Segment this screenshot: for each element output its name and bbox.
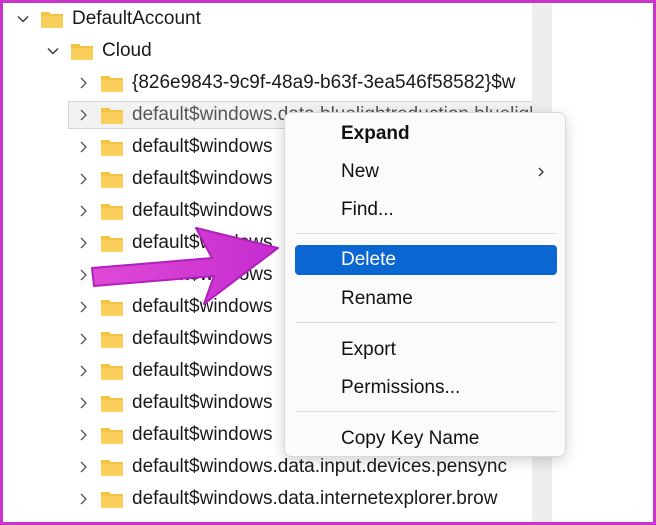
folder-icon [70,41,94,61]
tree-item[interactable]: default$windows [76,260,272,290]
tree-item-label: default$windows [132,264,273,285]
tree-item-label: DefaultAccount [72,8,201,29]
menu-item-label: Rename [341,288,413,309]
menu-item-label: Permissions... [341,377,461,398]
chevron-right-icon[interactable] [76,108,90,122]
menu-item-copy-key-name[interactable]: Copy Key Name [295,424,557,454]
folder-icon [100,297,124,317]
folder-icon [100,105,124,125]
folder-icon [40,9,64,29]
folder-icon [100,457,124,477]
menu-item-label: Delete [341,249,396,270]
chevron-right-icon[interactable] [76,492,90,506]
chevron-right-icon[interactable] [76,460,90,474]
chevron-right-icon[interactable] [76,140,90,154]
chevron-right-icon[interactable] [76,204,90,218]
menu-separator [295,322,557,323]
folder-icon [100,201,124,221]
tree-item-label: default$windows [132,424,273,445]
tree-item-label: default$windows [132,168,273,189]
folder-icon [100,361,124,381]
menu-item-permissions[interactable]: Permissions... [295,373,557,403]
chevron-right-icon[interactable] [76,300,90,314]
folder-icon [100,137,124,157]
tree-item[interactable]: default$windows [76,388,272,418]
folder-icon [100,233,124,253]
tree-item[interactable]: default$windows [76,324,272,354]
menu-item-label: New [341,161,380,182]
chevron-right-icon[interactable] [76,268,90,282]
tree-item[interactable]: default$windows.data.internetexplorer.br… [76,484,497,514]
menu-item-find[interactable]: Find... [295,195,557,225]
tree-item-label: default$windows.data.input.devices.pensy… [132,456,507,477]
folder-icon [100,393,124,413]
tree-item[interactable]: {826e9843-9c9f-48a9-b63f-3ea546f58582}$w [76,68,516,98]
menu-item-label: Export [341,339,396,360]
chevron-right-icon[interactable] [76,396,90,410]
tree-item-label: default$windows [132,392,273,413]
tree-item-label: default$windows [132,232,273,253]
menu-item-label: Expand [341,123,410,144]
tree-item-defaultaccount[interactable]: DefaultAccount [16,4,201,34]
folder-icon [100,73,124,93]
tree-item[interactable]: default$windows [76,420,272,450]
tree-item-cloud[interactable]: Cloud [46,36,152,66]
chevron-right-icon[interactable] [76,76,90,90]
context-menu: Expand New Find... Delete Rename Export … [284,112,566,457]
tree-item-label: default$windows [132,360,273,381]
tree-item-label: default$windows [132,200,273,221]
tree-item[interactable]: default$windows [76,292,272,322]
chevron-right-icon[interactable] [76,172,90,186]
folder-icon [100,265,124,285]
folder-icon [100,169,124,189]
tree-item[interactable]: default$windows [76,132,272,162]
chevron-down-icon[interactable] [16,12,30,26]
chevron-right-icon[interactable] [76,428,90,442]
menu-item-label: Find... [341,199,394,220]
tree-item-label: {826e9843-9c9f-48a9-b63f-3ea546f58582}$w [132,72,516,93]
chevron-right-icon[interactable] [76,332,90,346]
menu-item-label: Copy Key Name [341,428,480,449]
tree-item-label: default$windows [132,328,273,349]
menu-item-delete[interactable]: Delete [295,245,557,275]
tree-item[interactable]: default$windows [76,356,272,386]
chevron-down-icon[interactable] [46,44,60,58]
tree-item-label: Cloud [102,40,152,61]
tree-item-label: default$windows.data.internetexplorer.br… [132,488,498,509]
chevron-right-icon [535,166,547,178]
tree-item-label: default$windows [132,296,273,317]
menu-item-expand[interactable]: Expand [295,119,557,149]
menu-separator [295,233,557,234]
menu-item-new[interactable]: New [295,157,557,187]
menu-item-export[interactable]: Export [295,335,557,365]
tree-item[interactable]: default$windows [76,228,272,258]
menu-item-rename[interactable]: Rename [295,284,557,314]
tree-item-label: default$windows [132,136,273,157]
folder-icon [100,489,124,509]
chevron-right-icon[interactable] [76,364,90,378]
chevron-right-icon[interactable] [76,236,90,250]
folder-icon [100,425,124,445]
tree-item[interactable]: default$windows [76,164,272,194]
folder-icon [100,329,124,349]
menu-separator [295,411,557,412]
tree-item[interactable]: default$windows [76,196,272,226]
